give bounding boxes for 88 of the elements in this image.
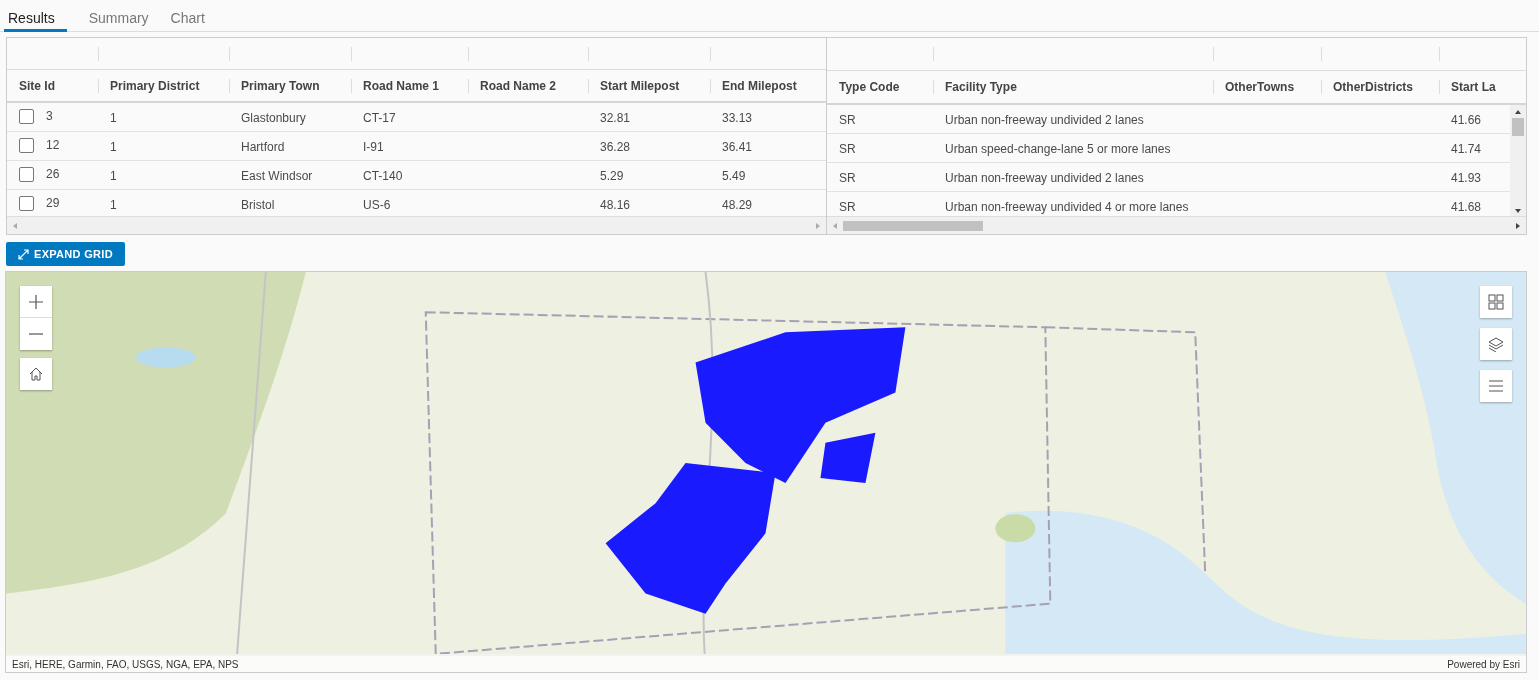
scroll-right-arrow-icon[interactable] — [1514, 221, 1522, 230]
table-row[interactable]: 12 1 Hartford I-91 36.28 36.41 — [7, 132, 826, 162]
minus-icon — [29, 333, 43, 335]
scroll-left-arrow-icon[interactable] — [11, 221, 19, 230]
table-cell: 3 — [46, 109, 53, 124]
row-checkbox[interactable] — [19, 138, 34, 154]
horizontal-scrollbar[interactable] — [827, 216, 1526, 234]
map-attribution: Esri, HERE, Garmin, FAO, USGS, NGA, EPA, NPS — [12, 658, 239, 670]
column-header[interactable]: Facility Type — [933, 71, 1213, 103]
column-header[interactable]: OtherDistricts — [1321, 71, 1439, 103]
list-icon — [1489, 380, 1503, 392]
table-cell: 5.29 — [600, 169, 624, 184]
column-header[interactable]: End Milepost — [710, 70, 826, 102]
table-cell: Urban non-freeway undivided 2 lanes — [945, 171, 1144, 185]
column-header[interactable]: Primary Town — [229, 70, 351, 102]
table-cell: SR — [839, 113, 856, 127]
table-cell: 1 — [110, 111, 117, 126]
scroll-left-arrow-icon[interactable] — [831, 221, 839, 230]
table-cell: East Windsor — [241, 169, 313, 184]
layers-icon — [1488, 336, 1504, 352]
table-cell: 32.81 — [600, 111, 631, 126]
row-checkbox[interactable] — [19, 196, 34, 212]
table-cell: Glastonbury — [241, 111, 306, 126]
home-button[interactable] — [20, 358, 52, 390]
table-row[interactable]: SR Urban speed-change-lane 5 or more lanes 41.74 — [827, 134, 1510, 163]
table-row[interactable]: 3 1 Glastonbury CT-17 32.81 33.13 — [7, 103, 826, 133]
table-cell: 48.16 — [600, 198, 631, 213]
table-cell: CT-17 — [363, 111, 396, 126]
scrollbar-thumb[interactable] — [1512, 118, 1524, 136]
basemap-gallery-button[interactable] — [1480, 286, 1512, 318]
table-cell: 26 — [46, 167, 60, 182]
column-header[interactable]: Road Name 1 — [351, 70, 468, 102]
table-cell: 33.13 — [722, 111, 753, 126]
column-header[interactable]: Site Id — [7, 70, 98, 102]
map[interactable]: Esri, HERE, Garmin, FAO, USGS, NGA, EPA, NPS Powered by Esri — [5, 271, 1527, 673]
list-button[interactable] — [1480, 370, 1512, 402]
expand-grid-button[interactable]: EXPAND GRID — [6, 242, 125, 266]
table-cell: 1 — [110, 198, 117, 213]
table-cell: SR — [839, 142, 856, 156]
table-row[interactable]: SR Urban non-freeway undivided 2 lanes 41.93 — [827, 163, 1510, 192]
zoom-in-button[interactable] — [20, 286, 52, 318]
horizontal-scrollbar[interactable] — [7, 216, 826, 234]
scroll-down-arrow-icon[interactable] — [1514, 207, 1522, 215]
table-cell: I-91 — [363, 140, 384, 155]
table-cell: Hartford — [241, 140, 285, 155]
table-row[interactable]: 26 1 East Windsor CT-140 5.29 5.49 — [7, 161, 826, 191]
column-header[interactable]: Start Milepost — [588, 70, 710, 102]
vertical-scrollbar[interactable] — [1510, 105, 1526, 217]
table-cell: 5.49 — [722, 169, 746, 184]
table-cell: 1 — [110, 140, 117, 155]
table-cell: US-6 — [363, 198, 391, 213]
table-cell: 48.29 — [722, 198, 753, 213]
tab[interactable]: Summary — [84, 0, 161, 32]
zoom-out-button[interactable] — [20, 318, 52, 350]
table-cell: 29 — [46, 196, 60, 211]
tab[interactable]: Chart — [166, 0, 217, 32]
plus-icon — [29, 294, 43, 309]
table-cell: Urban non-freeway undivided 2 lanes — [945, 113, 1144, 127]
table-cell: 12 — [46, 138, 60, 153]
column-header[interactable]: Start La — [1439, 71, 1516, 103]
layers-button[interactable] — [1480, 328, 1512, 360]
column-header[interactable]: Type Code — [827, 71, 933, 103]
table-cell: CT-140 — [363, 169, 403, 184]
table-cell: Urban non-freeway undivided 4 or more lanes — [945, 200, 1189, 214]
table-cell: 41.93 — [1451, 171, 1482, 185]
table-cell: Urban speed-change-lane 5 or more lanes — [945, 142, 1171, 156]
table-cell: 41.74 — [1451, 142, 1482, 156]
table-row[interactable]: SR Urban non-freeway undivided 2 lanes 41.66 — [827, 105, 1510, 134]
expand-icon — [18, 248, 29, 260]
table-cell: Bristol — [241, 198, 275, 213]
column-header[interactable]: Road Name 2 — [468, 70, 588, 102]
tab[interactable]: Results — [4, 0, 67, 32]
column-header[interactable]: Primary District — [98, 70, 229, 102]
row-checkbox[interactable] — [19, 167, 34, 183]
scroll-up-arrow-icon[interactable] — [1514, 108, 1522, 116]
grid-icon — [1488, 294, 1504, 310]
column-header[interactable]: OtherTowns — [1213, 71, 1321, 103]
powered-by-link[interactable]: Powered by Esri — [1447, 658, 1520, 670]
table-cell: 41.66 — [1451, 113, 1482, 127]
home-icon — [29, 367, 43, 381]
row-checkbox[interactable] — [19, 109, 34, 125]
table-cell: SR — [839, 200, 856, 214]
table-cell: 1 — [110, 169, 117, 184]
table-cell: 36.41 — [722, 140, 753, 155]
table-cell: 41.68 — [1451, 200, 1482, 214]
scrollbar-thumb[interactable] — [843, 220, 983, 231]
table-cell: SR — [839, 171, 856, 185]
table-cell: 36.28 — [600, 140, 631, 155]
